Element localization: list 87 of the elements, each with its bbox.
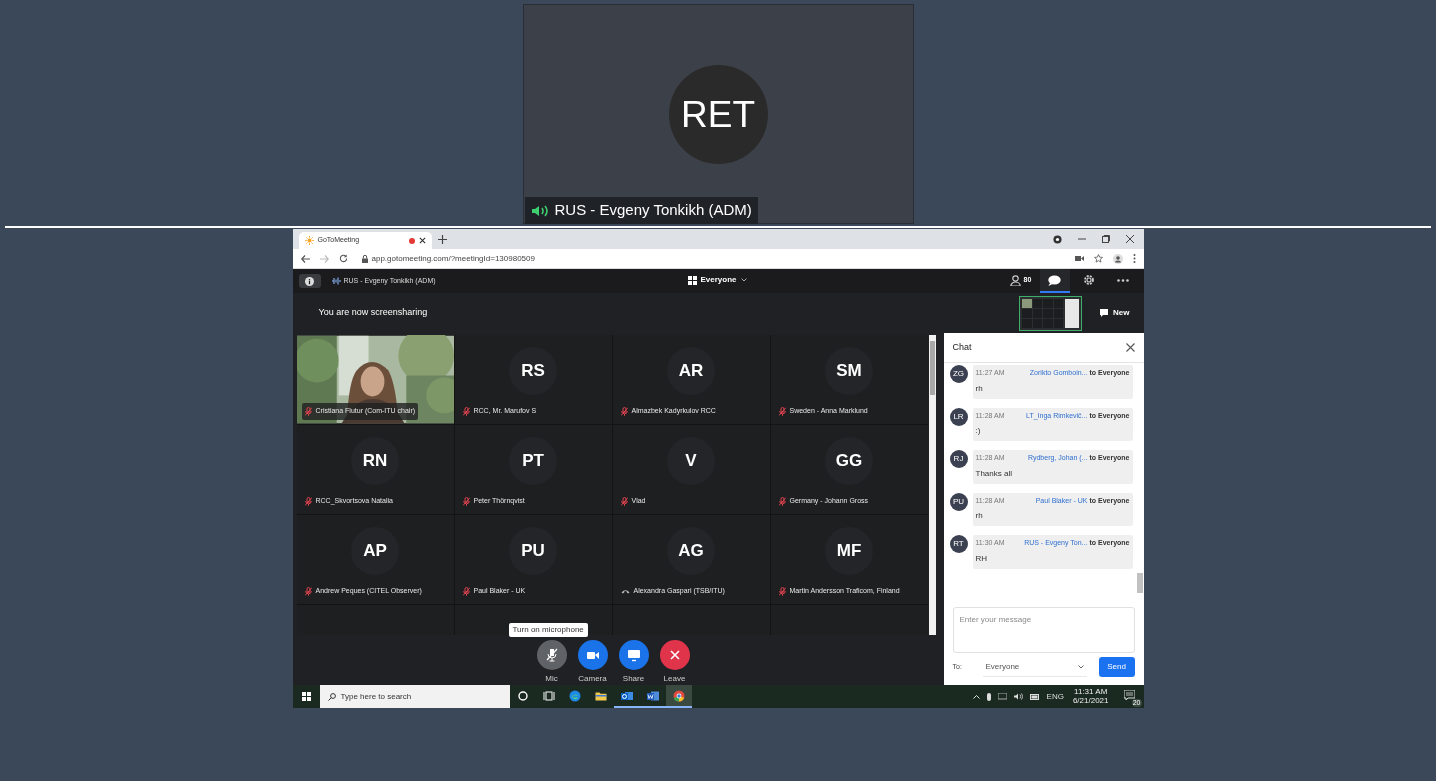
profile-icon[interactable] — [1112, 253, 1123, 264]
avatar: LR — [949, 407, 968, 426]
button-label: Camera — [578, 675, 607, 683]
person-icon — [1009, 274, 1021, 286]
message-text: RH — [975, 552, 989, 565]
taskbar-button[interactable] — [665, 685, 692, 708]
avatar: MF — [825, 527, 873, 575]
recipient-dropdown[interactable]: Everyone — [982, 657, 1087, 677]
mic-button[interactable] — [536, 640, 567, 670]
view-dropdown[interactable]: Everyone — [687, 274, 747, 286]
avatar: RN — [351, 437, 399, 485]
tooltip: Turn on microphone — [508, 623, 588, 637]
chat-button[interactable] — [1039, 269, 1070, 293]
avatar: AR — [667, 347, 715, 395]
avatar: GG — [825, 437, 873, 485]
star-icon[interactable] — [1093, 254, 1103, 263]
edge-icon — [567, 688, 582, 703]
avatar: V — [667, 437, 715, 485]
url-text: app.gotomeeting.com/?meetingId=130980509 — [371, 252, 535, 265]
microphone-icon[interactable] — [986, 692, 991, 701]
message-text: rh — [975, 510, 984, 522]
caret-icon — [1077, 664, 1084, 669]
volume-icon[interactable] — [1013, 693, 1023, 700]
camera-button[interactable] — [577, 640, 608, 670]
grid-icon — [687, 275, 697, 285]
monitor-icon — [626, 648, 641, 662]
avatar: RS — [509, 347, 557, 395]
caret-icon — [740, 278, 747, 282]
menu-icon[interactable] — [1132, 254, 1136, 263]
muted-mic-icon — [544, 648, 559, 662]
participant-name: RUS - Evgeny Tonkikh (ADM) — [554, 200, 752, 221]
close-icon[interactable] — [1125, 235, 1134, 243]
settings-icon — [1082, 274, 1095, 286]
back-icon[interactable] — [300, 254, 310, 263]
network-icon[interactable] — [997, 693, 1007, 700]
share-button[interactable] — [618, 640, 649, 670]
task-view-icon — [541, 688, 556, 703]
chat-bubble-icon — [1048, 274, 1061, 286]
message-text: rh — [975, 382, 984, 395]
panel-title: Chat — [952, 340, 972, 354]
chrome-icon — [671, 688, 686, 703]
avatar: PT — [509, 437, 557, 485]
battery-icon[interactable] — [1029, 693, 1040, 700]
clock[interactable]: 11:31 AM 6/21/2021 — [1072, 687, 1109, 706]
close-icon[interactable] — [418, 237, 426, 244]
chevron-up-icon[interactable] — [972, 694, 980, 699]
windows-icon[interactable] — [301, 692, 311, 701]
button-label: Share — [622, 675, 645, 683]
more-icon — [1116, 278, 1129, 282]
send-button[interactable]: Send — [1098, 657, 1135, 677]
scrollbar[interactable] — [928, 335, 936, 635]
message-field[interactable]: Enter your message — [952, 607, 1135, 653]
screen-preview — [1019, 295, 1083, 331]
chat-new-icon — [1100, 309, 1109, 317]
audio-wave-icon — [330, 277, 341, 285]
close-icon — [667, 648, 682, 662]
avatar: SM — [825, 347, 873, 395]
cortana-icon — [515, 688, 530, 703]
info-button[interactable] — [298, 274, 321, 288]
camera-icon[interactable] — [1074, 255, 1084, 262]
info-icon — [305, 276, 314, 286]
leave-button[interactable] — [659, 640, 690, 670]
new-tab-icon[interactable] — [437, 235, 447, 244]
lock-icon — [361, 254, 368, 263]
reload-icon[interactable] — [338, 254, 348, 263]
avatar: PU — [509, 527, 557, 575]
new-button[interactable]: New — [1100, 307, 1130, 319]
status-text: You are now screensharing — [318, 306, 428, 320]
message-text: :) — [975, 425, 982, 437]
avatar: ZG — [949, 365, 968, 383]
sun-icon — [304, 236, 314, 245]
language-indicator[interactable]: ENG — [1046, 690, 1064, 703]
avatar: AP — [351, 527, 399, 575]
search-icon — [327, 692, 336, 701]
search-field[interactable]: Type here to search — [319, 685, 510, 708]
avatar: PU — [949, 492, 968, 511]
button-label: Mic — [545, 675, 558, 683]
message-text: Thanks all — [975, 467, 1013, 480]
avatar: RET — [668, 65, 768, 164]
avatar: AG — [667, 527, 715, 575]
button-label: Leave — [663, 675, 686, 683]
notification-icon — [1123, 689, 1135, 700]
record-icon[interactable] — [1052, 234, 1062, 244]
avatar: RT — [949, 535, 968, 553]
close-icon[interactable] — [1125, 343, 1135, 352]
restore-icon[interactable] — [1101, 235, 1110, 243]
avatar: RJ — [949, 450, 968, 468]
